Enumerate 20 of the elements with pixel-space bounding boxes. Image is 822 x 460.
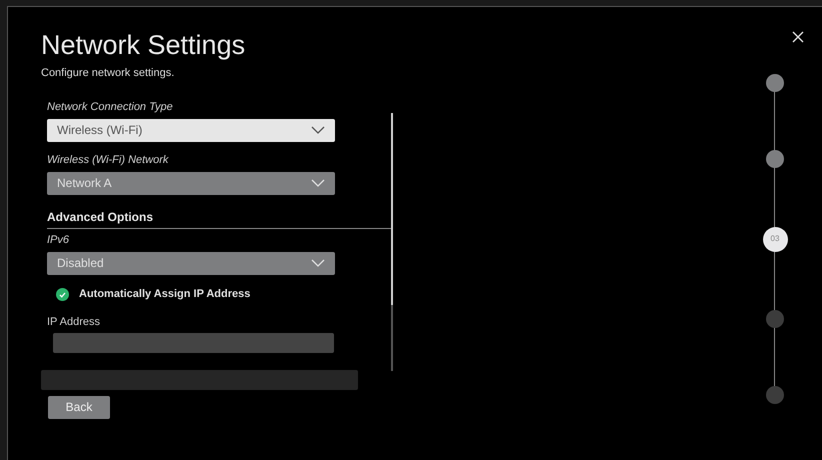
chevron-down-icon xyxy=(311,259,325,267)
page-title: Network Settings xyxy=(41,29,246,61)
input-field[interactable] xyxy=(53,332,334,352)
page-subtitle: Configure network settings. xyxy=(41,66,176,81)
chevron-down-icon xyxy=(311,126,325,134)
field-label: IP Address xyxy=(47,314,101,328)
close-icon[interactable] xyxy=(792,31,804,43)
dropdown[interactable]: Network A xyxy=(47,172,335,194)
checkbox-label: Automatically Assign IP Address xyxy=(79,287,250,302)
field-label: Wireless (Wi-Fi) Network xyxy=(47,152,170,166)
check-icon[interactable] xyxy=(56,288,69,301)
field-label: Network Connection Type xyxy=(47,100,174,114)
dropdown[interactable]: Wireless (Wi-Fi) xyxy=(47,118,335,142)
section-title: Advanced Options xyxy=(47,210,154,224)
dropdown[interactable]: Disabled xyxy=(47,252,335,274)
back-button[interactable]: Back xyxy=(48,396,110,418)
step-current: 03 xyxy=(762,226,788,252)
scrollbar[interactable] xyxy=(391,112,393,370)
field-label: IPv6 xyxy=(47,232,70,246)
chevron-down-icon xyxy=(311,179,325,187)
